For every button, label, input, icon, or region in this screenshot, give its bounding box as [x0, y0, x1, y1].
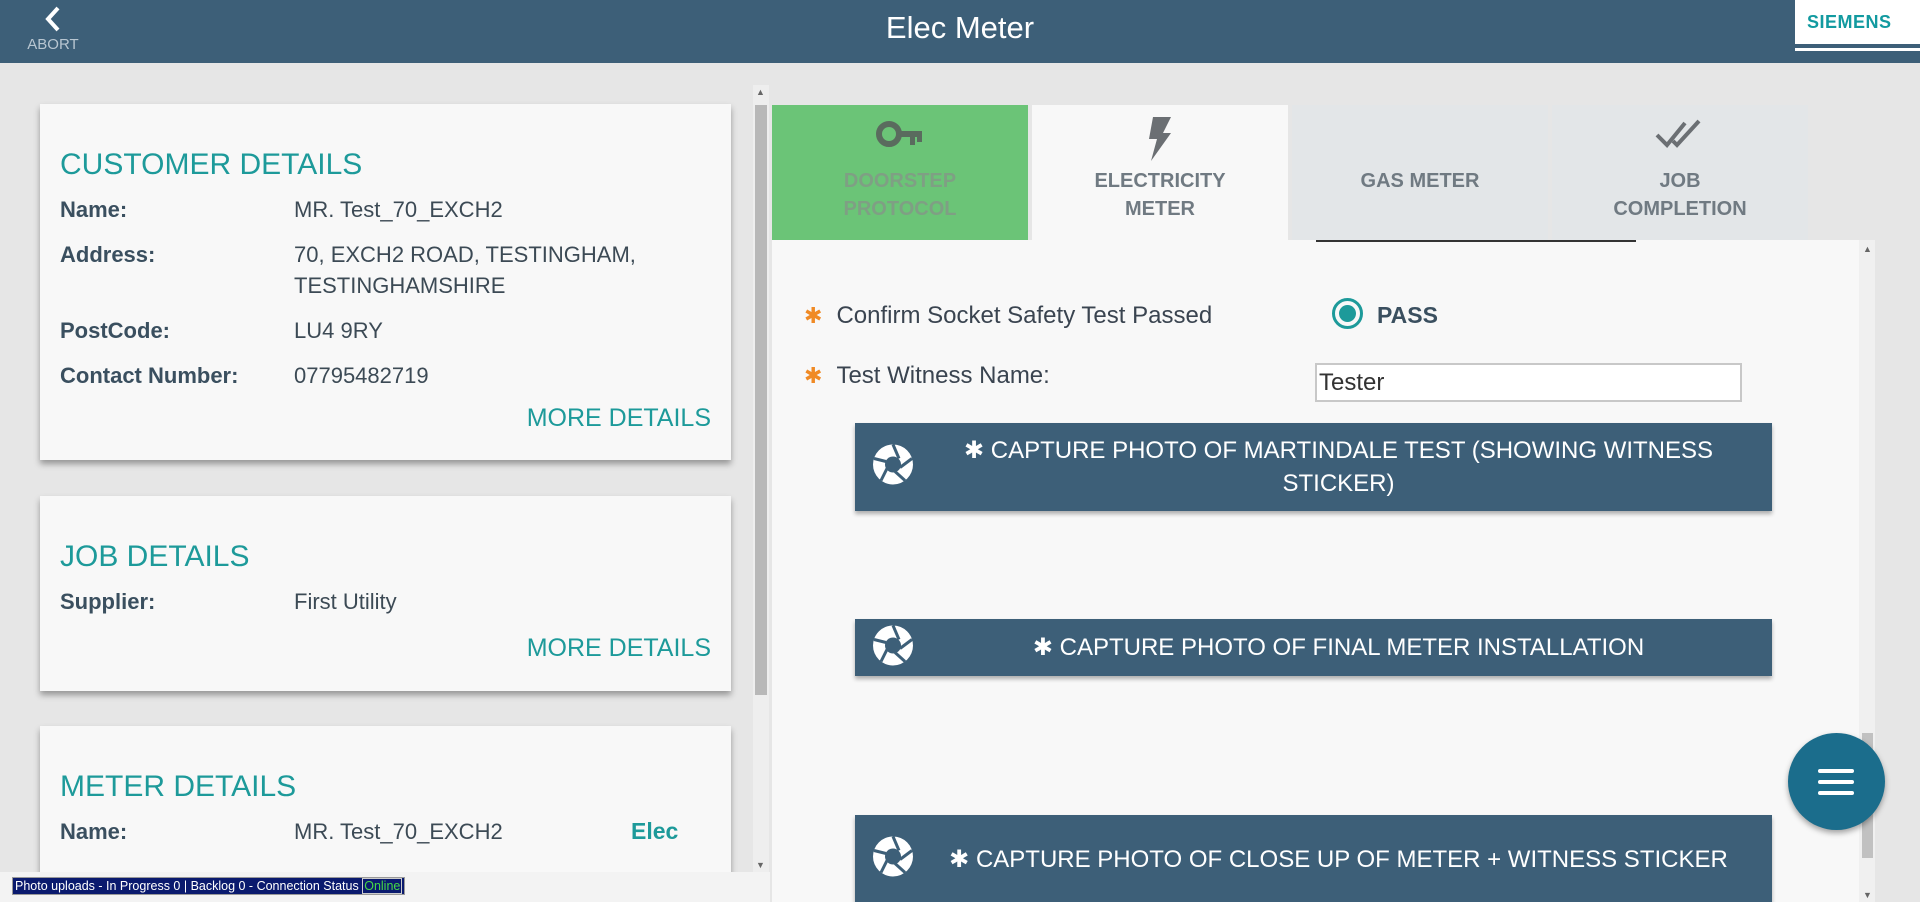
capture-martindale-button[interactable]: ✱ CAPTURE PHOTO OF MARTINDALE TEST (SHOW…: [855, 423, 1772, 511]
camera-shutter-icon: [871, 835, 915, 884]
left-scrollbar-thumb[interactable]: [755, 105, 767, 695]
clipped-field-underline: [1316, 240, 1636, 242]
page-title: Elec Meter: [885, 10, 1035, 45]
field-value: 70, EXCH2 ROAD, TESTINGHAM, TESTINGHAMSH…: [294, 242, 636, 298]
brand-label: SIEMENS: [1807, 12, 1892, 32]
capture-label: CAPTURE PHOTO OF CLOSE UP OF METER + WIT…: [975, 845, 1728, 873]
lightning-icon: [1032, 105, 1288, 167]
menu-icon: [1818, 780, 1854, 784]
field-value: First Utility: [294, 589, 397, 614]
job-details-card: JOB DETAILS Supplier: First Utility MORE…: [40, 496, 731, 691]
field-value: MR. Test_70_EXCH2: [294, 819, 503, 844]
siemens-logo: SIEMENS: [1795, 0, 1920, 44]
capture-final-installation-button[interactable]: ✱ CAPTURE PHOTO OF FINAL METER INSTALLAT…: [855, 619, 1772, 676]
pass-radio-label[interactable]: PASS: [1377, 302, 1438, 329]
customer-details-card: CUSTOMER DETAILS Name: MR. Test_70_EXCH2…: [40, 104, 731, 460]
double-check-icon: [1552, 105, 1808, 167]
field-label: Name:: [60, 819, 128, 844]
field-label: Supplier:: [60, 589, 156, 614]
capture-label: CAPTURE PHOTO OF MARTINDALE TEST (SHOWIN…: [990, 437, 1714, 497]
test-witness-input[interactable]: [1315, 363, 1742, 402]
scroll-up-icon[interactable]: ▲: [756, 87, 765, 97]
field-label: Address:: [60, 242, 156, 267]
customer-postcode-row: PostCode: LU4 9RY: [60, 315, 711, 346]
electricity-meter-form: ✱ Confirm Socket Safety Test Passed PASS…: [772, 240, 1859, 902]
tab-doorstep-protocol[interactable]: DOORSTEP PROTOCOL: [772, 105, 1028, 240]
required-asterisk-icon: ✱: [963, 437, 991, 464]
customer-contact-row: Contact Number: 07795482719: [60, 360, 711, 391]
tab-label-line2: COMPLETION: [1613, 198, 1747, 220]
tab-electricity-meter[interactable]: ELECTRICITY METER: [1032, 105, 1288, 240]
job-supplier-row: Supplier: First Utility: [60, 586, 711, 617]
pass-radio-button[interactable]: [1332, 298, 1363, 329]
connection-status-badge: Online: [362, 878, 403, 894]
app-header: ABORT Elec Meter: [0, 0, 1920, 63]
customer-more-details-link[interactable]: MORE DETAILS: [527, 404, 711, 433]
test-witness-field: ✱ Test Witness Name:: [804, 362, 1050, 390]
meter-type-badge: Elec: [631, 818, 679, 844]
meter-details-card: METER DETAILS Name: MR. Test_70_EXCH2 El…: [40, 726, 731, 886]
socket-safety-label: Confirm Socket Safety Test Passed: [836, 302, 1213, 329]
tab-label-line2: METER: [1125, 198, 1195, 220]
customer-details-heading: CUSTOMER DETAILS: [60, 148, 363, 181]
field-value: LU4 9RY: [294, 318, 383, 343]
field-label: Name:: [60, 197, 128, 222]
menu-icon: [1818, 791, 1854, 795]
scroll-down-icon[interactable]: ▼: [1863, 890, 1872, 900]
customer-address-row: Address: 70, EXCH2 ROAD, TESTINGHAM, TES…: [60, 239, 711, 301]
upload-status-text: Photo uploads - In Progress 0 | Backlog …: [15, 879, 359, 893]
logo-divider: [1795, 48, 1920, 51]
tab-label-line1: JOB: [1659, 170, 1701, 192]
upload-status-bar: Photo uploads - In Progress 0 | Backlog …: [12, 877, 406, 895]
key-icon: [772, 105, 1028, 167]
field-value: MR. Test_70_EXCH2: [294, 197, 503, 222]
scroll-down-icon[interactable]: ▼: [756, 860, 765, 870]
job-more-details-link[interactable]: MORE DETAILS: [527, 634, 711, 663]
meter-details-heading: METER DETAILS: [60, 770, 297, 803]
camera-shutter-icon: [871, 443, 915, 492]
tab-label-line2: PROTOCOL: [843, 198, 957, 220]
job-details-heading: JOB DETAILS: [60, 540, 250, 573]
meter-name-row: Name: MR. Test_70_EXCH2 Elec: [60, 816, 711, 847]
left-scrollbar[interactable]: ▲ ▼: [753, 85, 769, 872]
required-asterisk-icon: ✱: [949, 845, 976, 873]
tab-label-line1: GAS METER: [1360, 170, 1480, 192]
required-asterisk-icon: ✱: [1032, 634, 1060, 661]
capture-close-up-button[interactable]: ✱ CAPTURE PHOTO OF CLOSE UP OF METER + W…: [855, 815, 1772, 902]
menu-icon: [1818, 769, 1854, 773]
tab-label-line1: ELECTRICITY: [1094, 170, 1226, 192]
field-label: PostCode:: [60, 318, 170, 343]
socket-safety-field: ✱ Confirm Socket Safety Test Passed: [804, 302, 1212, 330]
customer-name-row: Name: MR. Test_70_EXCH2: [60, 194, 711, 225]
capture-label: CAPTURE PHOTO OF FINAL METER INSTALLATIO…: [1059, 634, 1645, 661]
required-asterisk-icon: ✱: [804, 363, 823, 388]
tab-label-line1: DOORSTEP: [843, 170, 957, 192]
scroll-up-icon[interactable]: ▲: [1863, 244, 1872, 254]
tab-gas-meter[interactable]: GAS METER: [1292, 105, 1548, 240]
menu-fab-button[interactable]: [1788, 733, 1885, 830]
camera-shutter-icon: [871, 623, 915, 672]
tab-job-completion[interactable]: JOB COMPLETION: [1552, 105, 1808, 240]
field-value: 07795482719: [294, 363, 429, 388]
required-asterisk-icon: ✱: [804, 303, 823, 328]
tab-icon-placeholder: [1292, 105, 1548, 167]
test-witness-label: Test Witness Name:: [836, 362, 1050, 389]
field-label: Contact Number:: [60, 363, 239, 388]
